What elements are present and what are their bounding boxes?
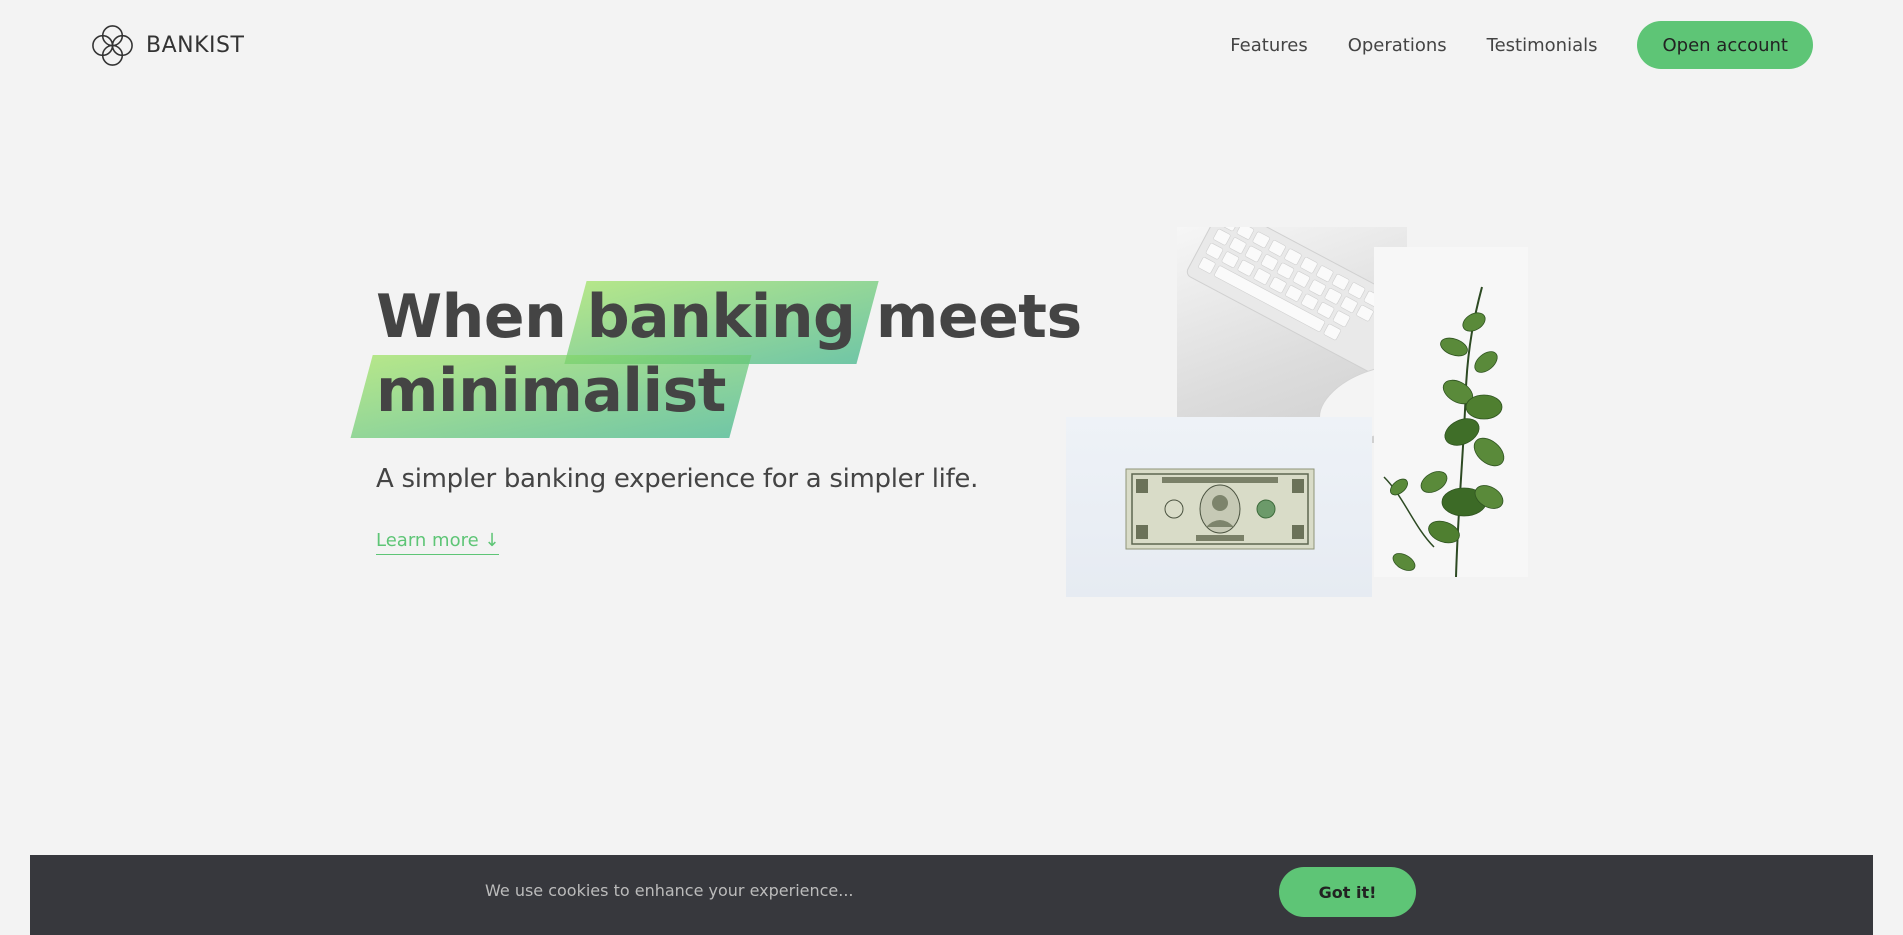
- open-account-button[interactable]: Open account: [1637, 21, 1813, 69]
- hero-title-highlight: minimalist: [376, 356, 726, 426]
- cookie-message: We use cookies to enhance your experienc…: [485, 881, 854, 900]
- nav-link-operations[interactable]: Operations: [1348, 35, 1447, 56]
- keyboard-and-mouse-photo: [1177, 227, 1407, 443]
- navbar: BANKIST Features Operations Testimonials…: [0, 0, 1903, 90]
- hero-title-word: meets: [875, 282, 1082, 352]
- brand-name: BANKIST: [146, 33, 245, 58]
- nav-links: Features Operations Testimonials Open ac…: [1230, 21, 1813, 69]
- hero-title: When banking meets minimalist: [376, 280, 1082, 428]
- learn-more-link[interactable]: Learn more ↓: [376, 530, 500, 555]
- nav-link-features[interactable]: Features: [1230, 35, 1307, 56]
- eucalyptus-plant-photo: [1374, 247, 1528, 577]
- hero-image-collage: [1066, 227, 1528, 597]
- hero-title-highlight: banking: [586, 282, 856, 352]
- cookie-accept-button[interactable]: Got it!: [1279, 867, 1416, 917]
- cookie-banner: We use cookies to enhance your experienc…: [30, 855, 1873, 935]
- four-rings-logo-icon: [92, 25, 133, 66]
- nav-link-testimonials[interactable]: Testimonials: [1487, 35, 1598, 56]
- hero-section: When banking meets minimalist A simpler …: [376, 280, 1082, 555]
- one-dollar-bill-photo: [1066, 417, 1372, 597]
- brand-logo[interactable]: BANKIST: [89, 22, 244, 69]
- hero-title-word: When: [376, 282, 567, 352]
- hero-subtitle: A simpler banking experience for a simpl…: [376, 464, 979, 494]
